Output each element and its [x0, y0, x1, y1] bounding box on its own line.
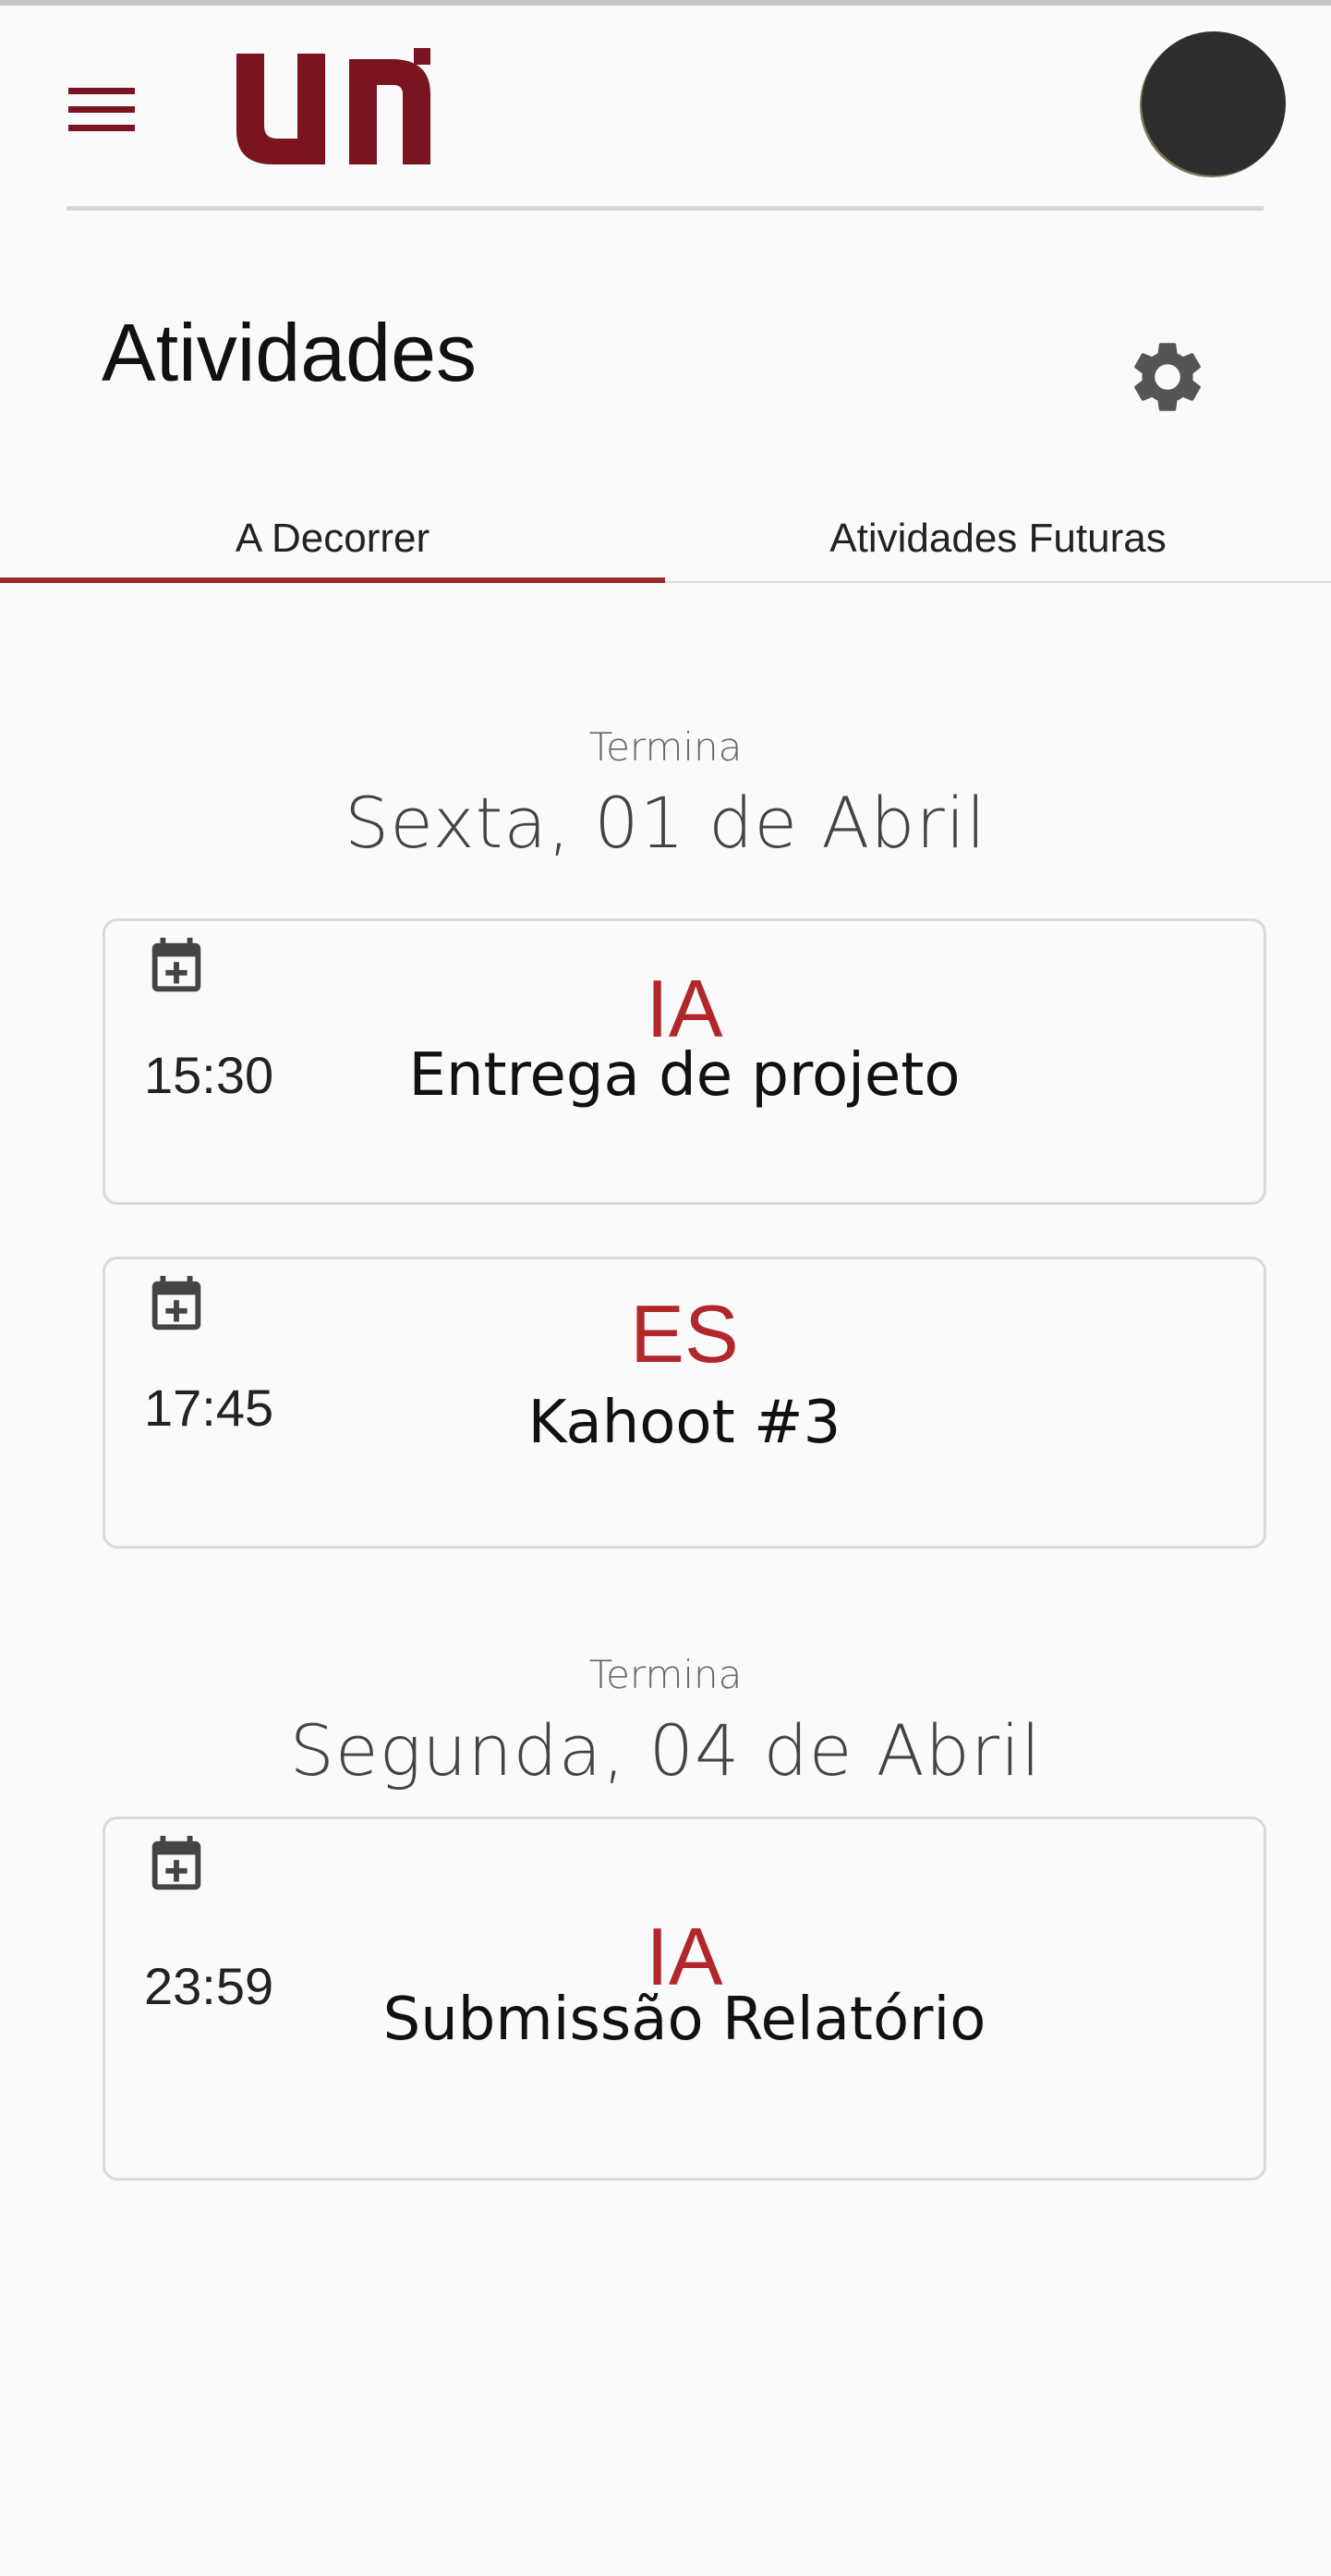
menu-icon-bar — [68, 105, 135, 113]
calendar-plus-icon — [151, 1835, 201, 1890]
activity-title: Submissão Relatório — [382, 1986, 986, 2054]
tab-a-decorrer[interactable]: A Decorrer — [0, 499, 665, 584]
gear-icon[interactable] — [1125, 334, 1210, 419]
activity-tabs: A Decorrer Atividades Futuras — [0, 499, 1331, 584]
activity-title: Kahoot #3 — [527, 1389, 841, 1457]
page-title: Atividades — [102, 307, 478, 398]
activity-title: Entrega de projeto — [408, 1041, 961, 1110]
active-tab-indicator — [0, 577, 665, 583]
menu-icon-bar — [68, 87, 135, 94]
menu-icon[interactable] — [59, 74, 148, 144]
group-ends-label: Termina — [588, 724, 743, 770]
uni-logo — [236, 48, 430, 164]
tab-atividades-futuras[interactable]: Atividades Futuras — [665, 499, 1331, 584]
group-date: Segunda, 04 de Abril — [289, 1709, 1042, 1792]
menu-icon-bar — [68, 124, 135, 131]
group-date: Sexta, 01 de Abril — [344, 782, 987, 864]
avatar[interactable] — [1142, 31, 1286, 176]
status-strip — [0, 0, 1331, 6]
header-divider — [67, 206, 1264, 211]
activity-subject: ES — [630, 1288, 739, 1379]
activity-card[interactable]: 23:59 IA Submissão Relatório — [103, 1817, 1266, 2181]
activity-card[interactable]: 17:45 ES Kahoot #3 — [103, 1257, 1266, 1549]
group-ends-label: Termina — [588, 1652, 743, 1697]
activity-card[interactable]: 15:30 IA Entrega de projeto — [103, 918, 1266, 1205]
